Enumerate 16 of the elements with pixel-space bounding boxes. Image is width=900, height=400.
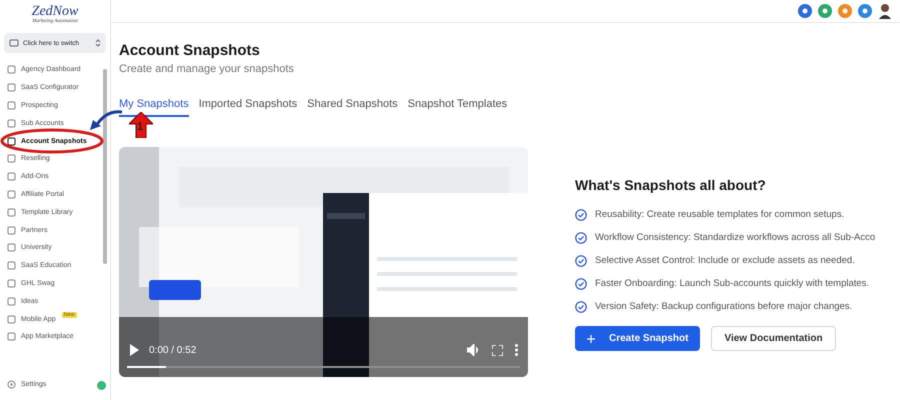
documentation-button[interactable]: View Documentation (711, 326, 836, 351)
create-snapshot-button[interactable]: Create Snapshot (575, 326, 700, 351)
page-subtitle: Create and manage your snapshots (119, 63, 295, 75)
tab[interactable]: Shared Snapshots (307, 95, 398, 117)
step-number: 1 (137, 121, 144, 133)
tab[interactable]: Imported Snapshots (198, 95, 298, 117)
page-title: Account Snapshots (119, 42, 261, 59)
feature-text: Reusability: Create reusable templates for common setups. (595, 209, 844, 220)
feature-text: Faster Onboarding: Launch Sub-accounts quickly with templates. (595, 278, 870, 289)
feature-text: Selective Asset Control: Include or exclude assets as needed. (595, 255, 855, 266)
feature-text: Workflow Consistency: Standardize workflows across all Sub-Acco (595, 232, 876, 243)
video-time: 0:00 / 0:52 (149, 344, 196, 356)
feature-text: Version Safety: Backup configurations before major changes. (595, 301, 852, 312)
logo-text: ZedNow (32, 5, 78, 19)
section-heading: What's Snapshots all about? (575, 177, 767, 193)
tab[interactable]: Snapshot Templates (408, 95, 508, 117)
